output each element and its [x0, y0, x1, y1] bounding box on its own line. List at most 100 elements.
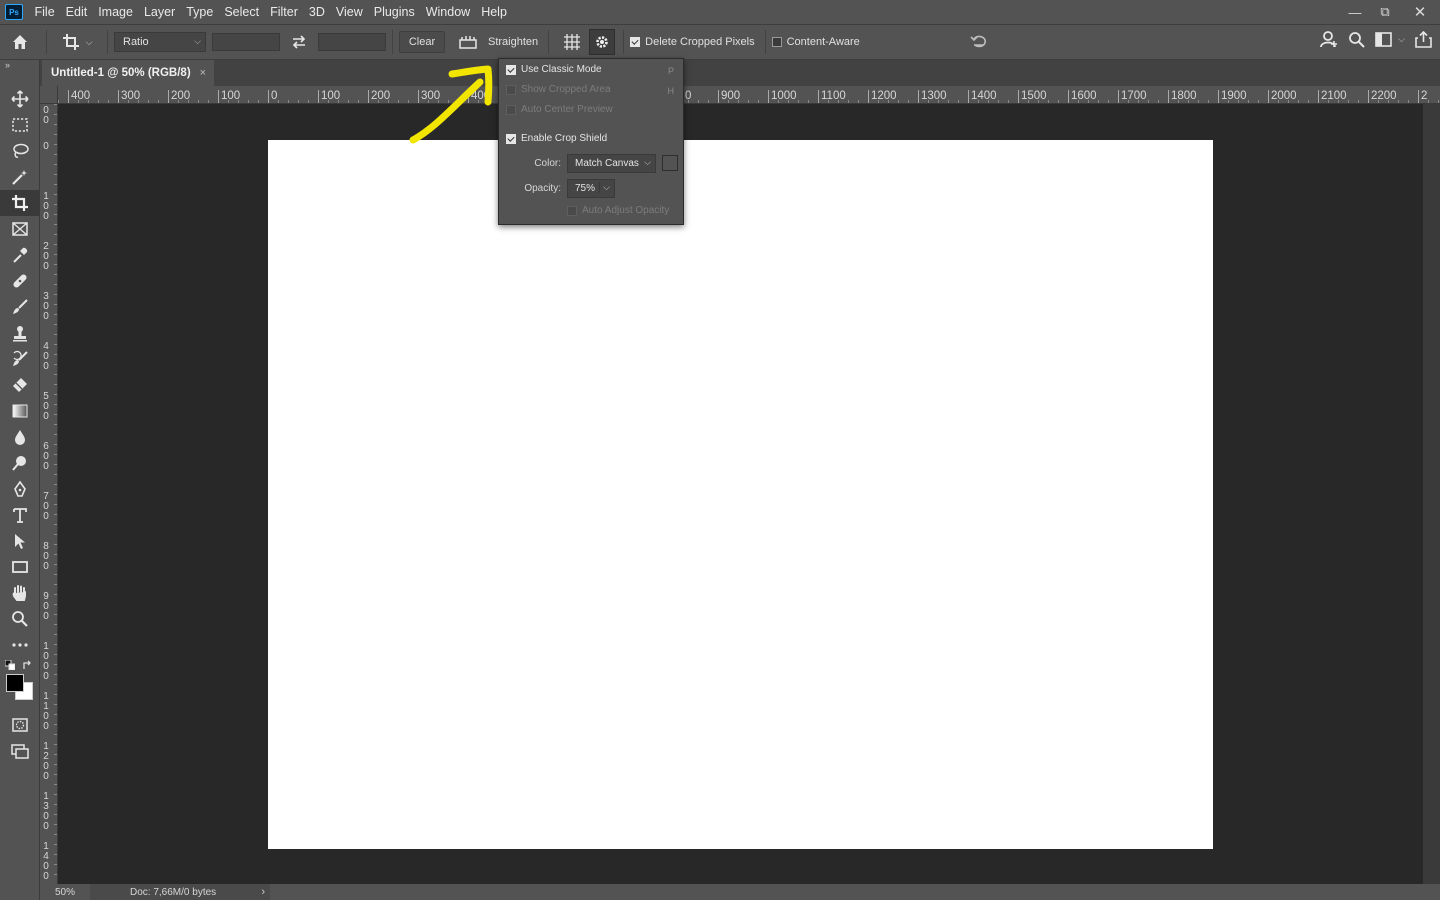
ruler-origin[interactable]	[40, 86, 58, 104]
delete-cropped-pixels-checkbox[interactable]: Delete Cropped Pixels	[630, 36, 755, 48]
restore-button[interactable]: ⧉	[1370, 0, 1400, 24]
default-colors-icon[interactable]	[5, 660, 15, 670]
menu-window[interactable]: Window	[420, 0, 475, 24]
document-info[interactable]: Doc: 7,66M/0 bytes ›	[90, 884, 270, 900]
chevron-down-icon: ⌵	[1398, 33, 1405, 44]
workspace-switcher[interactable]: ⌵	[1375, 31, 1405, 47]
search-icon[interactable]	[1348, 31, 1365, 48]
canvas-workspace[interactable]	[58, 104, 1423, 884]
ruler-label: 300	[118, 90, 140, 103]
chevron-right-icon[interactable]: ›	[261, 886, 265, 898]
menu-type[interactable]: Type	[181, 0, 219, 24]
path-selection-tool[interactable]	[0, 528, 40, 554]
ruler-label: 1200	[868, 90, 897, 103]
menu-edit[interactable]: Edit	[60, 0, 93, 24]
foreground-color-swatch[interactable]	[6, 674, 24, 692]
overlay-options-button[interactable]	[555, 33, 589, 51]
crop-options-button[interactable]	[589, 29, 616, 55]
pen-tool[interactable]	[0, 476, 40, 502]
use-classic-mode-label: Use Classic Mode	[521, 64, 602, 75]
menu-select[interactable]: Select	[219, 0, 265, 24]
home-button[interactable]	[0, 25, 40, 59]
blur-tool[interactable]	[0, 424, 40, 450]
healing-brush-tool[interactable]	[0, 268, 40, 294]
menu-image[interactable]: Image	[93, 0, 139, 24]
menu-help[interactable]: Help	[476, 0, 513, 24]
tool-preset-picker[interactable]: ⌵	[53, 33, 101, 51]
menu-file[interactable]: File	[29, 0, 60, 24]
straighten-button[interactable]: Straighten	[458, 34, 538, 50]
use-classic-mode-option[interactable]: Use Classic Mode	[506, 64, 602, 75]
ruler-label: 400	[468, 90, 490, 103]
history-brush-tool[interactable]	[0, 346, 40, 372]
clear-button[interactable]: Clear	[399, 31, 445, 53]
close-tab-icon[interactable]: ×	[200, 67, 206, 79]
content-aware-checkbox[interactable]: Content-Aware	[771, 36, 860, 48]
eraser-icon	[13, 378, 27, 392]
height-input[interactable]	[318, 33, 386, 51]
eraser-tool[interactable]	[0, 372, 40, 398]
hand-tool[interactable]	[0, 580, 40, 606]
crop-tool[interactable]	[0, 190, 40, 216]
ruler-label: 1500	[1018, 90, 1047, 103]
edit-toolbar-button[interactable]	[0, 632, 40, 658]
menu-view[interactable]: View	[330, 0, 368, 24]
quick-mask-button[interactable]	[0, 712, 40, 738]
swap-colors-icon[interactable]	[22, 660, 33, 671]
menu-3d[interactable]: 3D	[303, 0, 330, 24]
more-dots-icon	[12, 643, 28, 647]
menu-plugins[interactable]: Plugins	[368, 0, 420, 24]
lasso-tool[interactable]	[0, 138, 40, 164]
enable-crop-shield-label: Enable Crop Shield	[521, 133, 608, 144]
horizontal-ruler[interactable]: 400 300 200 100 0 100 200 300 400 0 900 …	[58, 86, 1440, 104]
swap-button[interactable]	[280, 35, 318, 49]
crop-options-dropdown: Use Classic Mode P Show Cropped Area H A…	[498, 58, 684, 225]
minimize-button[interactable]: —	[1340, 0, 1370, 24]
shield-opacity-select[interactable]: 75% ⌵	[567, 179, 615, 198]
hand-icon	[12, 585, 26, 601]
ruler-label: 2000	[1268, 90, 1297, 103]
blur-drop-icon	[15, 430, 25, 445]
share-icon[interactable]	[1415, 30, 1432, 48]
ruler-label: 1 1 0 0	[43, 691, 49, 732]
panel-collapse-handle[interactable]: »	[0, 60, 39, 72]
gradient-tool[interactable]	[0, 398, 40, 424]
magic-wand-tool[interactable]	[0, 164, 40, 190]
frame-tool[interactable]	[0, 216, 40, 242]
clone-stamp-tool[interactable]	[0, 320, 40, 346]
shield-color-select[interactable]: Match Canvas ⌵	[567, 154, 656, 173]
gradient-icon	[12, 404, 28, 418]
crop-icon	[12, 195, 28, 211]
zoom-level[interactable]: 50%	[40, 887, 90, 898]
document-canvas[interactable]	[268, 140, 1213, 849]
menu-filter[interactable]: Filter	[265, 0, 304, 24]
magic-wand-icon	[12, 170, 27, 185]
reset-button[interactable]	[970, 33, 988, 52]
account-icon[interactable]	[1320, 30, 1338, 48]
rectangle-tool[interactable]	[0, 554, 40, 580]
eyedropper-icon	[13, 247, 28, 263]
vertical-scrollbar[interactable]	[1423, 104, 1440, 884]
document-tab[interactable]: Untitled-1 @ 50% (RGB/8) ×	[42, 60, 214, 86]
ruler-label: 2200	[1368, 90, 1397, 103]
width-input[interactable]	[212, 33, 280, 51]
menu-layer[interactable]: Layer	[138, 0, 180, 24]
ratio-select[interactable]: Ratio ⌵	[114, 32, 206, 52]
checkbox-disabled-icon	[567, 205, 577, 216]
rectangle-icon	[12, 561, 28, 573]
enable-crop-shield-option[interactable]: Enable Crop Shield	[506, 133, 607, 144]
lasso-icon	[13, 143, 29, 158]
move-tool[interactable]	[0, 86, 40, 112]
ruler-label: 8 0 0	[43, 541, 49, 572]
dodge-tool[interactable]	[0, 450, 40, 476]
photoshop-logo: Ps	[5, 4, 23, 20]
eyedropper-tool[interactable]	[0, 242, 40, 268]
type-tool[interactable]	[0, 502, 40, 528]
shield-color-swatch[interactable]	[662, 155, 678, 171]
brush-tool[interactable]	[0, 294, 40, 320]
marquee-tool[interactable]	[0, 112, 40, 138]
vertical-ruler[interactable]: 0 0 0 1 0 0 2 0 0 3 0 0 4 0 0 5 0 0 6 0 …	[40, 104, 58, 884]
screen-mode-button[interactable]	[0, 738, 40, 764]
zoom-tool[interactable]	[0, 606, 40, 632]
close-button[interactable]: ✕	[1400, 0, 1440, 24]
